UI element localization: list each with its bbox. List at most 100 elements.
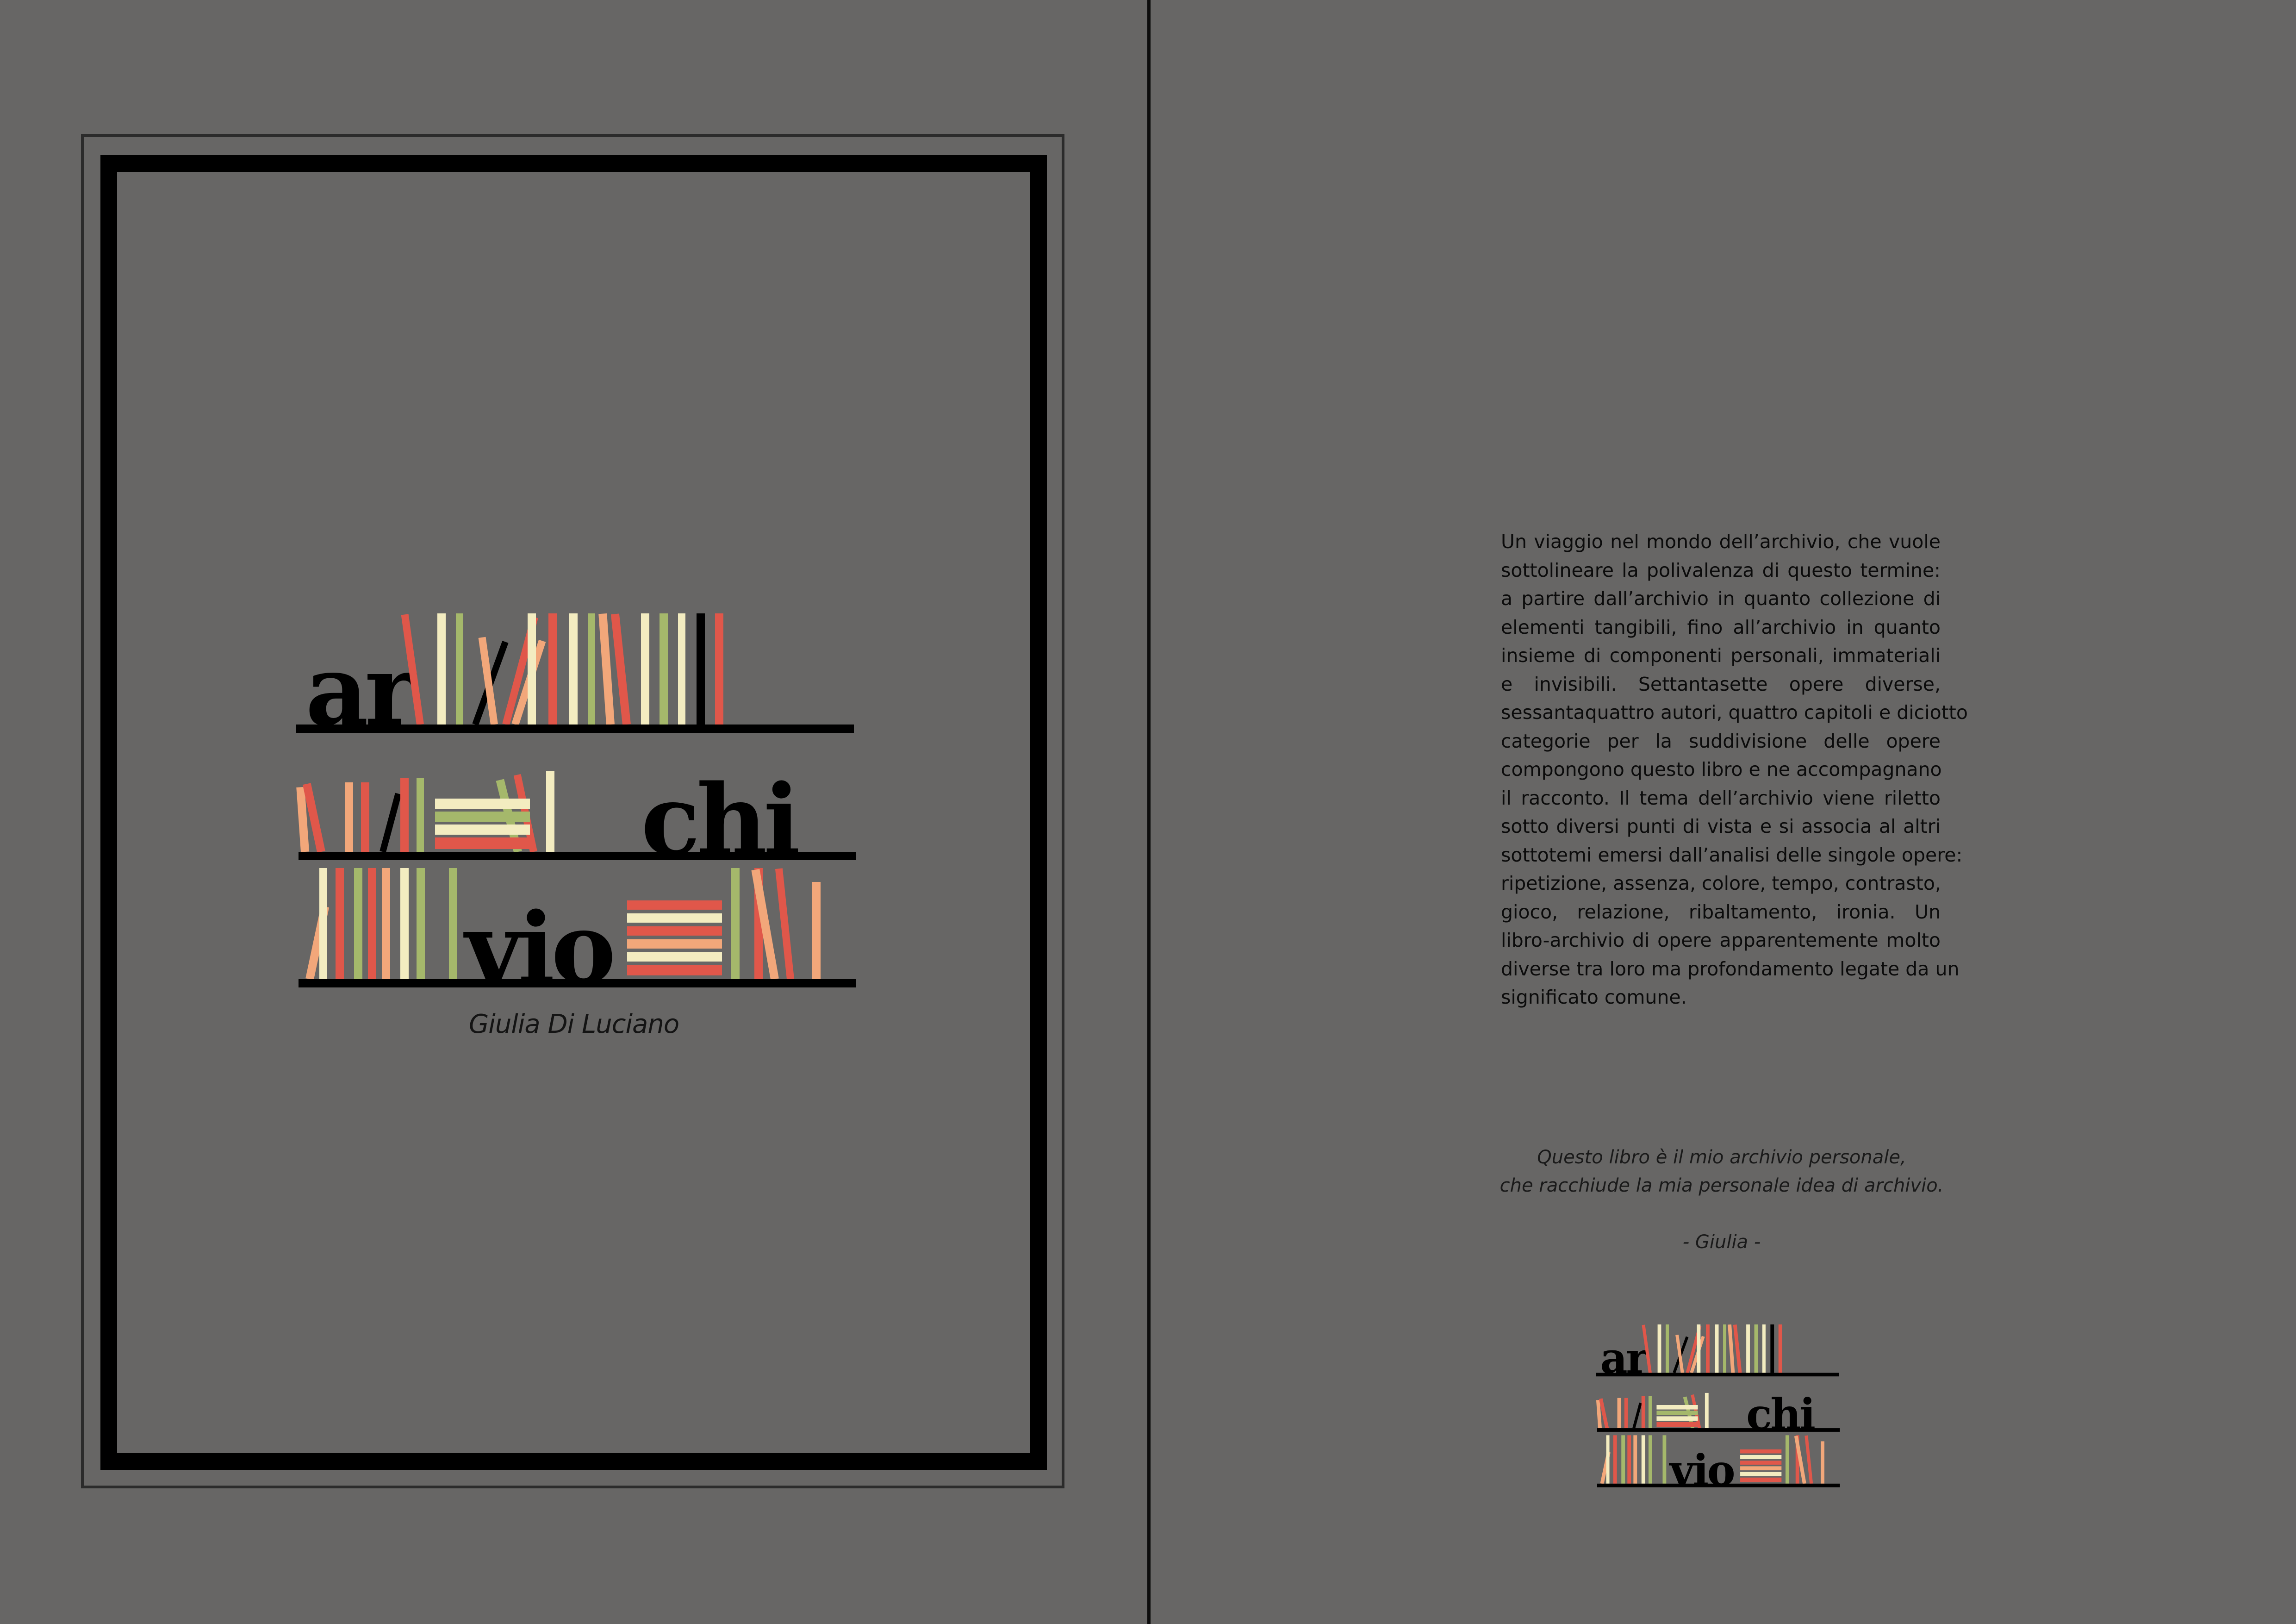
stacked-book — [435, 812, 530, 822]
book-spine — [1613, 1435, 1617, 1484]
book-spine — [1821, 1441, 1825, 1484]
book-spine — [697, 613, 705, 725]
book-spine — [548, 613, 557, 725]
stacked-book — [435, 799, 530, 809]
stacked-book — [627, 939, 722, 949]
book-spine — [598, 613, 615, 725]
book-spine — [1705, 1393, 1709, 1429]
book-spine — [1697, 1324, 1701, 1373]
stacked-book — [1740, 1472, 1782, 1476]
book-spine — [1666, 1324, 1669, 1373]
book-spine — [1649, 1396, 1652, 1429]
book-spine — [354, 868, 362, 979]
book-spine — [1786, 1435, 1789, 1484]
blurb-line: insieme di componenti personali, immater… — [1501, 644, 1941, 667]
book-spine — [1606, 1435, 1610, 1484]
book-spine — [610, 613, 631, 725]
stacked-book — [627, 926, 722, 936]
stacked-book — [1740, 1466, 1782, 1471]
shelf-board-2 — [1597, 1428, 1840, 1432]
shelf-board-1 — [1596, 1373, 1839, 1377]
blurb-line: categorie per la suddivisione delle oper… — [1501, 730, 1941, 752]
logo-text-chi: chi — [1746, 1389, 1815, 1439]
stacked-book — [1740, 1455, 1782, 1459]
shelf-board-3 — [1597, 1483, 1840, 1487]
blurb-line: diverse tra loro ma profondamento legate… — [1501, 957, 1960, 980]
back-cover-dedication: Questo libro è il mio archivio personale… — [1435, 1143, 2009, 1256]
book-spine — [417, 778, 424, 852]
book-spine — [1641, 1435, 1645, 1484]
blurb-line: e invisibili. Settantasette opere divers… — [1501, 673, 1941, 695]
book-spine — [1778, 1324, 1782, 1373]
book-spine — [1762, 1324, 1766, 1373]
stacked-book — [1740, 1477, 1782, 1482]
stacked-book — [627, 952, 722, 962]
blurb-line: a partire dall’archivio in quanto collez… — [1501, 587, 1941, 610]
book-spine — [417, 868, 425, 979]
book-spine — [449, 868, 457, 979]
book-spine — [319, 868, 327, 979]
stacked-book — [627, 900, 722, 910]
stacked-book — [435, 824, 530, 835]
book-spine — [400, 868, 409, 979]
book-spine — [1621, 1435, 1625, 1484]
book-spine — [368, 868, 376, 979]
book-spine — [1633, 1435, 1637, 1484]
book-spine — [400, 778, 409, 852]
book-spine — [380, 793, 402, 853]
blurb-line: Un viaggio nel mondo dell’archivio, che … — [1501, 531, 1941, 553]
book-spine — [678, 613, 685, 725]
book-spine — [569, 613, 578, 725]
shelf-board-3 — [299, 979, 856, 987]
book-spine — [812, 882, 821, 979]
book-spine — [660, 613, 668, 725]
blurb-line: il racconto. Il tema dell’archivio viene… — [1501, 787, 1941, 809]
back-cover-blurb: Un viaggio nel mondo dell’archivio, che … — [1501, 528, 1968, 1012]
book-spine — [1770, 1324, 1774, 1373]
blurb-line: sottotemi emersi dall’analisi delle sing… — [1501, 843, 1963, 866]
book-spine — [336, 868, 344, 979]
book-spine — [1657, 1324, 1661, 1373]
stacked-book — [1656, 1416, 1698, 1421]
blurb-line: libro-archivio di opere apparentemente m… — [1501, 929, 1941, 951]
book-spine — [1624, 1398, 1628, 1429]
blurb-line: sessantaquattro autori, quattro capitoli… — [1501, 701, 1968, 724]
stacked-book — [1656, 1405, 1698, 1410]
stacked-book — [1740, 1449, 1782, 1454]
cover-bookshelf-logo: ar chi vio — [296, 613, 856, 995]
book-spine — [1649, 1435, 1652, 1484]
book-spine — [528, 613, 536, 725]
book-spine — [1728, 1324, 1735, 1373]
blurb-line: compongono questo libro e ne accompagnan… — [1501, 758, 1942, 781]
book-spine — [1627, 1435, 1631, 1484]
blurb-line: significato comune. — [1501, 986, 1687, 1008]
book-spine — [1754, 1324, 1758, 1373]
book-spine — [775, 868, 794, 980]
book-spine — [382, 868, 390, 979]
stacked-book — [1656, 1411, 1698, 1415]
book-spine — [731, 868, 740, 979]
dedication-signature: - Giulia - — [1682, 1231, 1761, 1253]
shelf-board-2 — [299, 852, 856, 860]
book-spine — [1706, 1324, 1710, 1373]
book-spine — [1662, 1435, 1667, 1484]
back-bookshelf-logo: ar chi vio — [1596, 1324, 1840, 1491]
book-spine — [1617, 1398, 1621, 1429]
dedication-line: che racchiude la mia personale idea di a… — [1500, 1175, 1944, 1196]
book-spine — [588, 613, 595, 725]
dedication-line: Questo libro è il mio archivio personale… — [1537, 1147, 1906, 1168]
cover-author-name: Giulia Di Luciano — [468, 1009, 679, 1039]
blurb-line: sottolineare la polivalenza di questo te… — [1501, 559, 1941, 581]
stacked-book — [627, 913, 722, 923]
blurb-line: ripetizione, assenza, colore, tempo, con… — [1501, 872, 1941, 894]
book-spine — [1723, 1324, 1727, 1373]
stacked-book — [1656, 1422, 1698, 1427]
book-spine — [1641, 1396, 1645, 1429]
stacked-book — [1740, 1461, 1782, 1465]
book-spine — [361, 782, 369, 852]
book-spine — [641, 613, 649, 725]
stacked-book — [627, 965, 722, 975]
book-spine — [1746, 1324, 1750, 1373]
spine-fold-line — [1147, 0, 1151, 1624]
blurb-line: sotto diversi punti di vista e si associ… — [1501, 815, 1941, 837]
